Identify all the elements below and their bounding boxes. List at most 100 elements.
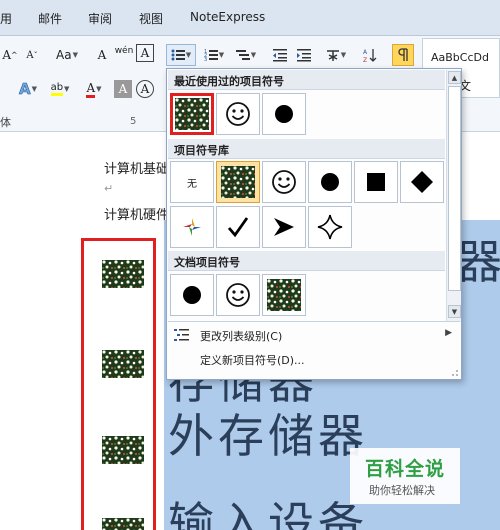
chevron-down-icon: ▼ <box>185 51 192 59</box>
multilevel-list-icon <box>235 50 250 60</box>
group-label-paragraph: 5 <box>130 116 137 127</box>
enclose-char-button[interactable]: A <box>136 80 154 98</box>
watermark: 百科全说 助你轻松解决 <box>350 448 460 504</box>
arrowhead-icon <box>274 218 294 236</box>
define-new-bullet-item[interactable]: 定义新项目符号(D)... <box>168 347 460 371</box>
picture-bullet-icon <box>267 279 301 311</box>
sort-button[interactable]: AZ <box>360 44 380 66</box>
chevron-right-icon: ▶ <box>445 328 452 338</box>
doc-bullet-dot[interactable] <box>170 274 214 316</box>
library-bullet-multicolor[interactable] <box>170 206 214 248</box>
smiley-icon <box>226 102 250 126</box>
text-effect-button[interactable]: A ▼ <box>14 78 42 100</box>
chinese-layout-icon <box>326 50 339 61</box>
shrink-font-button[interactable]: Aˇ <box>22 44 42 66</box>
chinese-layout-button[interactable]: ▼ <box>322 44 350 66</box>
chevron-down-icon: ▼ <box>96 85 102 93</box>
picture-bullet-icon <box>175 98 209 130</box>
chevron-down-icon: ▼ <box>31 85 37 93</box>
chevron-down-icon: ▼ <box>218 51 225 59</box>
paragraph-return-mark: ↵ <box>104 182 114 195</box>
scroll-down-icon[interactable]: ▼ <box>448 305 461 318</box>
char-shading-button[interactable]: A <box>114 80 132 98</box>
menu-tab-bar: 用 邮件 审阅 视图 NoteExpress <box>0 0 500 36</box>
library-bullet-square[interactable] <box>354 161 398 203</box>
svg-text:Z: Z <box>363 57 367 63</box>
menu-divider <box>168 321 460 322</box>
recent-bullet-dot[interactable] <box>262 93 306 135</box>
tab-mailings[interactable]: 邮件 <box>38 10 62 27</box>
style-preview[interactable]: AaBbCcDd <box>431 51 489 64</box>
svg-text:A: A <box>363 49 368 56</box>
multilevel-list-button[interactable]: ▼ <box>232 44 260 66</box>
char-border-button[interactable]: A <box>136 44 154 62</box>
doc-line-2: 计算机硬件 <box>104 208 170 223</box>
none-label: 无 <box>187 178 197 190</box>
sort-icon: AZ <box>363 49 377 63</box>
scroll-thumb[interactable] <box>448 86 461 291</box>
filled-circle-icon <box>275 105 293 123</box>
clear-format-button[interactable]: A <box>92 44 112 66</box>
chevron-down-icon: ▼ <box>250 51 257 59</box>
tab-start[interactable]: 用 <box>0 10 12 27</box>
define-new-bullet-label: 定义新项目符号(D)... <box>200 354 305 367</box>
bullet-dropdown: 最近使用过的项目符号 项目符号库 无 文档项目符号 ▲ ▼ 更改列表级别(C) … <box>166 68 462 380</box>
show-marks-button[interactable] <box>392 44 414 66</box>
grow-font-button[interactable]: A ^ <box>0 44 20 66</box>
numbered-list-icon: 1 2 3 <box>204 49 218 62</box>
library-bullet-none[interactable]: 无 <box>170 161 214 203</box>
svg-text:3: 3 <box>204 57 207 62</box>
chevron-down-icon: ▼ <box>64 85 70 93</box>
font-color-button[interactable]: A ▼ <box>80 78 108 100</box>
big-text-line-2: 外存储器 <box>168 409 368 463</box>
decrease-indent-button[interactable] <box>270 44 290 66</box>
numbering-button[interactable]: 1 2 3 ▼ <box>200 44 228 66</box>
watermark-title: 百科全说 <box>365 458 446 480</box>
watermark-subtitle: 助你轻松解决 <box>369 484 435 497</box>
big-text-line-3: 输入设备 <box>168 497 368 530</box>
filled-diamond-icon <box>411 171 433 193</box>
big-text-fragment: 器 <box>456 235 500 289</box>
library-bullet-diamond[interactable] <box>400 161 444 203</box>
tab-review[interactable]: 审阅 <box>88 10 112 27</box>
recent-bullet-smiley[interactable] <box>216 93 260 135</box>
library-bullet-dot[interactable] <box>308 161 352 203</box>
smiley-icon <box>226 283 250 307</box>
library-bullet-smiley[interactable] <box>262 161 306 203</box>
bullet-library-header: 项目符号库 <box>168 139 445 159</box>
doc-bullet-picture[interactable] <box>262 274 306 316</box>
doc-line-1: 计算机基础 <box>104 162 170 177</box>
tab-view[interactable]: 视图 <box>139 10 163 27</box>
library-bullet-arrow[interactable] <box>262 206 306 248</box>
resize-grip-icon[interactable] <box>451 369 459 377</box>
change-list-level-item[interactable]: 更改列表级别(C) ▶ <box>168 323 460 347</box>
filled-square-icon <box>367 173 385 191</box>
chevron-down-icon: ▼ <box>72 51 78 59</box>
library-bullet-picture[interactable] <box>216 161 260 203</box>
doc-bullet-smiley[interactable] <box>216 274 260 316</box>
dropdown-scrollbar[interactable]: ▲ ▼ <box>446 70 461 322</box>
chevron-down-icon: ▼ <box>340 51 347 59</box>
bullets-button[interactable]: ▼ <box>166 44 196 66</box>
highlight-button[interactable]: ab ▼ <box>46 78 74 100</box>
recent-bullet-picture[interactable] <box>170 93 214 135</box>
pinyin-button[interactable]: wén <box>114 40 134 62</box>
bullet-list-icon <box>171 49 185 61</box>
paragraph-mark-icon <box>398 48 408 61</box>
increase-indent-icon <box>297 49 311 62</box>
change-case-button[interactable]: Aa ▼ <box>52 44 82 66</box>
filled-circle-icon <box>183 286 201 304</box>
scroll-up-icon[interactable]: ▲ <box>448 71 461 84</box>
tab-noteexpress[interactable]: NoteExpress <box>190 10 265 24</box>
increase-indent-button[interactable] <box>294 44 314 66</box>
library-bullet-check[interactable] <box>216 206 260 248</box>
change-list-level-label: 更改列表级别(C) <box>200 330 283 343</box>
four-point-star-icon <box>317 214 343 240</box>
checkmark-icon <box>227 217 249 238</box>
recent-bullets-header: 最近使用过的项目符号 <box>168 70 445 90</box>
library-bullet-star[interactable] <box>308 206 352 248</box>
filled-circle-icon <box>321 173 339 191</box>
decrease-indent-icon <box>273 49 287 62</box>
smiley-icon <box>272 170 296 194</box>
picture-bullet-icon <box>221 166 255 198</box>
